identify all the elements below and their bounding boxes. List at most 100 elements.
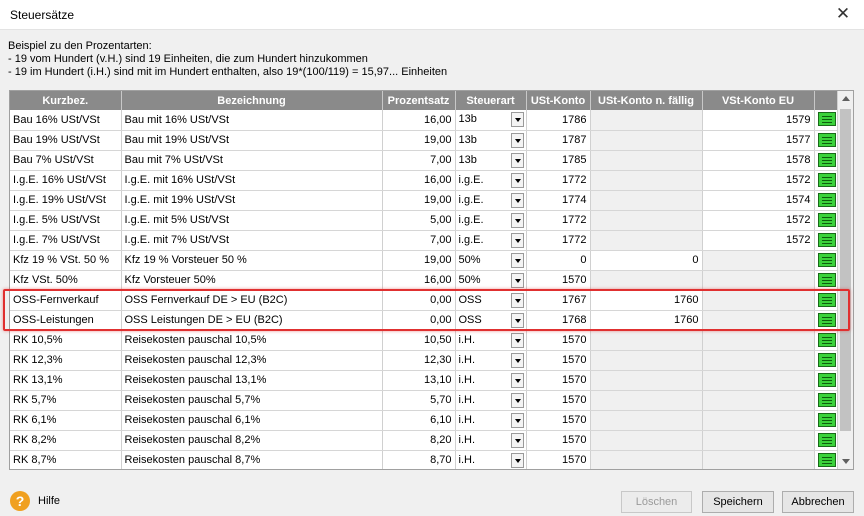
table-row[interactable]: RK 6,1% Reisekosten pauschal 6,1% 6,10 i.H.…: [10, 410, 840, 431]
cell-ust-konto-n-faellig[interactable]: [590, 150, 703, 171]
cell-kurzbez[interactable]: Bau 16% USt/VSt: [10, 110, 122, 131]
cell-kurzbez[interactable]: OSS-Fernverkauf: [10, 290, 122, 311]
cell-bezeichnung[interactable]: OSS Leistungen DE > EU (B2C): [121, 310, 383, 331]
cell-steuerart-select[interactable]: 13b: [455, 110, 527, 131]
cell-ust-konto-n-faellig[interactable]: [590, 230, 703, 251]
cell-steuerart-select[interactable]: i.H.: [455, 410, 527, 431]
cell-edit[interactable]: [814, 170, 840, 191]
cell-bezeichnung[interactable]: Reisekosten pauschal 8,7%: [121, 450, 383, 469]
cell-bezeichnung[interactable]: Bau mit 7% USt/VSt: [121, 150, 383, 171]
cell-prozentsatz[interactable]: 12,30: [382, 350, 456, 371]
chevron-down-icon[interactable]: [510, 332, 524, 348]
col-header-bezeichnung[interactable]: Bezeichnung: [121, 91, 383, 110]
cell-kurzbez[interactable]: RK 13,1%: [10, 370, 122, 391]
cell-steuerart-select[interactable]: 13b: [455, 130, 527, 151]
cell-vst-konto-eu[interactable]: [702, 430, 815, 451]
cell-ust-konto[interactable]: 1772: [526, 230, 591, 251]
cell-steuerart-select[interactable]: i.g.E.: [455, 230, 527, 251]
cell-prozentsatz[interactable]: 5,00: [382, 210, 456, 231]
cell-bezeichnung[interactable]: Reisekosten pauschal 8,2%: [121, 430, 383, 451]
cell-prozentsatz[interactable]: 19,00: [382, 190, 456, 211]
cell-kurzbez[interactable]: Bau 7% USt/VSt: [10, 150, 122, 171]
cell-vst-konto-eu[interactable]: 1579: [702, 110, 815, 131]
cell-steuerart-select[interactable]: i.g.E.: [455, 190, 527, 211]
cell-prozentsatz[interactable]: 19,00: [382, 250, 456, 271]
cell-edit[interactable]: [814, 110, 840, 131]
cell-steuerart-select[interactable]: i.H.: [455, 390, 527, 411]
cell-prozentsatz[interactable]: 8,70: [382, 450, 456, 469]
cell-edit[interactable]: [814, 430, 840, 451]
cell-bezeichnung[interactable]: I.g.E. mit 16% USt/VSt: [121, 170, 383, 191]
edit-grid-icon[interactable]: [817, 292, 836, 307]
table-row[interactable]: RK 8,7% Reisekosten pauschal 8,7% 8,70 i.H.…: [10, 450, 840, 469]
edit-grid-icon[interactable]: [817, 452, 836, 467]
cell-edit[interactable]: [814, 250, 840, 271]
scroll-down-icon[interactable]: [838, 453, 853, 469]
cell-steuerart-select[interactable]: i.g.E.: [455, 210, 527, 231]
cell-ust-konto[interactable]: 1570: [526, 370, 591, 391]
chevron-down-icon[interactable]: [510, 392, 524, 408]
cell-edit[interactable]: [814, 350, 840, 371]
cell-ust-konto-n-faellig[interactable]: [590, 350, 703, 371]
cell-steuerart-select[interactable]: 50%: [455, 270, 527, 291]
cell-kurzbez[interactable]: RK 10,5%: [10, 330, 122, 351]
cell-edit[interactable]: [814, 230, 840, 251]
cell-kurzbez[interactable]: RK 8,2%: [10, 430, 122, 451]
cell-steuerart-select[interactable]: i.H.: [455, 330, 527, 351]
cell-vst-konto-eu[interactable]: [702, 370, 815, 391]
cell-ust-konto[interactable]: 0: [526, 250, 591, 271]
chevron-down-icon[interactable]: [510, 152, 524, 168]
edit-grid-icon[interactable]: [817, 112, 836, 127]
cell-bezeichnung[interactable]: Reisekosten pauschal 13,1%: [121, 370, 383, 391]
chevron-down-icon[interactable]: [510, 252, 524, 268]
cell-vst-konto-eu[interactable]: [702, 410, 815, 431]
chevron-down-icon[interactable]: [510, 292, 524, 308]
edit-grid-icon[interactable]: [817, 152, 836, 167]
cell-steuerart-select[interactable]: i.g.E.: [455, 170, 527, 191]
table-row[interactable]: RK 12,3% Reisekosten pauschal 12,3% 12,30 i…: [10, 350, 840, 371]
cell-ust-konto[interactable]: 1786: [526, 110, 591, 131]
cell-prozentsatz[interactable]: 13,10: [382, 370, 456, 391]
edit-grid-icon[interactable]: [817, 172, 836, 187]
cell-prozentsatz[interactable]: 16,00: [382, 270, 456, 291]
cell-ust-konto-n-faellig[interactable]: [590, 390, 703, 411]
cell-edit[interactable]: [814, 130, 840, 151]
cell-kurzbez[interactable]: Bau 19% USt/VSt: [10, 130, 122, 151]
cell-bezeichnung[interactable]: Reisekosten pauschal 5,7%: [121, 390, 383, 411]
cell-vst-konto-eu[interactable]: 1572: [702, 230, 815, 251]
table-row[interactable]: OSS-Leistungen OSS Leistungen DE > EU (B2…: [10, 310, 840, 331]
cell-prozentsatz[interactable]: 0,00: [382, 290, 456, 311]
table-row[interactable]: I.g.E. 19% USt/VSt I.g.E. mit 19% USt/VSt…: [10, 190, 840, 211]
table-row[interactable]: Kfz VSt. 50% Kfz Vorsteuer 50% 16,00 50% 157…: [10, 270, 840, 291]
cell-edit[interactable]: [814, 290, 840, 311]
edit-grid-icon[interactable]: [817, 432, 836, 447]
cell-steuerart-select[interactable]: i.H.: [455, 370, 527, 391]
cell-vst-konto-eu[interactable]: [702, 450, 815, 469]
cell-kurzbez[interactable]: I.g.E. 5% USt/VSt: [10, 210, 122, 231]
cell-ust-konto-n-faellig[interactable]: [590, 110, 703, 131]
table-row[interactable]: RK 10,5% Reisekosten pauschal 10,5% 10,50 i…: [10, 330, 840, 351]
edit-grid-icon[interactable]: [817, 372, 836, 387]
cell-kurzbez[interactable]: RK 5,7%: [10, 390, 122, 411]
cell-bezeichnung[interactable]: Reisekosten pauschal 12,3%: [121, 350, 383, 371]
cell-bezeichnung[interactable]: Reisekosten pauschal 6,1%: [121, 410, 383, 431]
cell-vst-konto-eu[interactable]: 1574: [702, 190, 815, 211]
help-link[interactable]: ? Hilfe: [10, 491, 60, 511]
cancel-button[interactable]: Abbrechen: [782, 491, 854, 513]
cell-steuerart-select[interactable]: 50%: [455, 250, 527, 271]
edit-grid-icon[interactable]: [817, 312, 836, 327]
cell-steuerart-select[interactable]: i.H.: [455, 450, 527, 469]
edit-grid-icon[interactable]: [817, 412, 836, 427]
cell-vst-konto-eu[interactable]: 1577: [702, 130, 815, 151]
chevron-down-icon[interactable]: [510, 272, 524, 288]
cell-ust-konto[interactable]: 1768: [526, 310, 591, 331]
table-row[interactable]: I.g.E. 16% USt/VSt I.g.E. mit 16% USt/VSt…: [10, 170, 840, 191]
chevron-down-icon[interactable]: [510, 432, 524, 448]
cell-edit[interactable]: [814, 310, 840, 331]
table-row[interactable]: Kfz 19 % VSt. 50 % Kfz 19 % Vorsteuer 50 …: [10, 250, 840, 271]
cell-bezeichnung[interactable]: I.g.E. mit 7% USt/VSt: [121, 230, 383, 251]
cell-bezeichnung[interactable]: Kfz Vorsteuer 50%: [121, 270, 383, 291]
col-header-ust-konto[interactable]: USt-Konto: [526, 91, 591, 110]
vertical-scrollbar[interactable]: [837, 91, 853, 469]
col-header-vst-konto-eu[interactable]: VSt-Konto EU: [702, 91, 815, 110]
